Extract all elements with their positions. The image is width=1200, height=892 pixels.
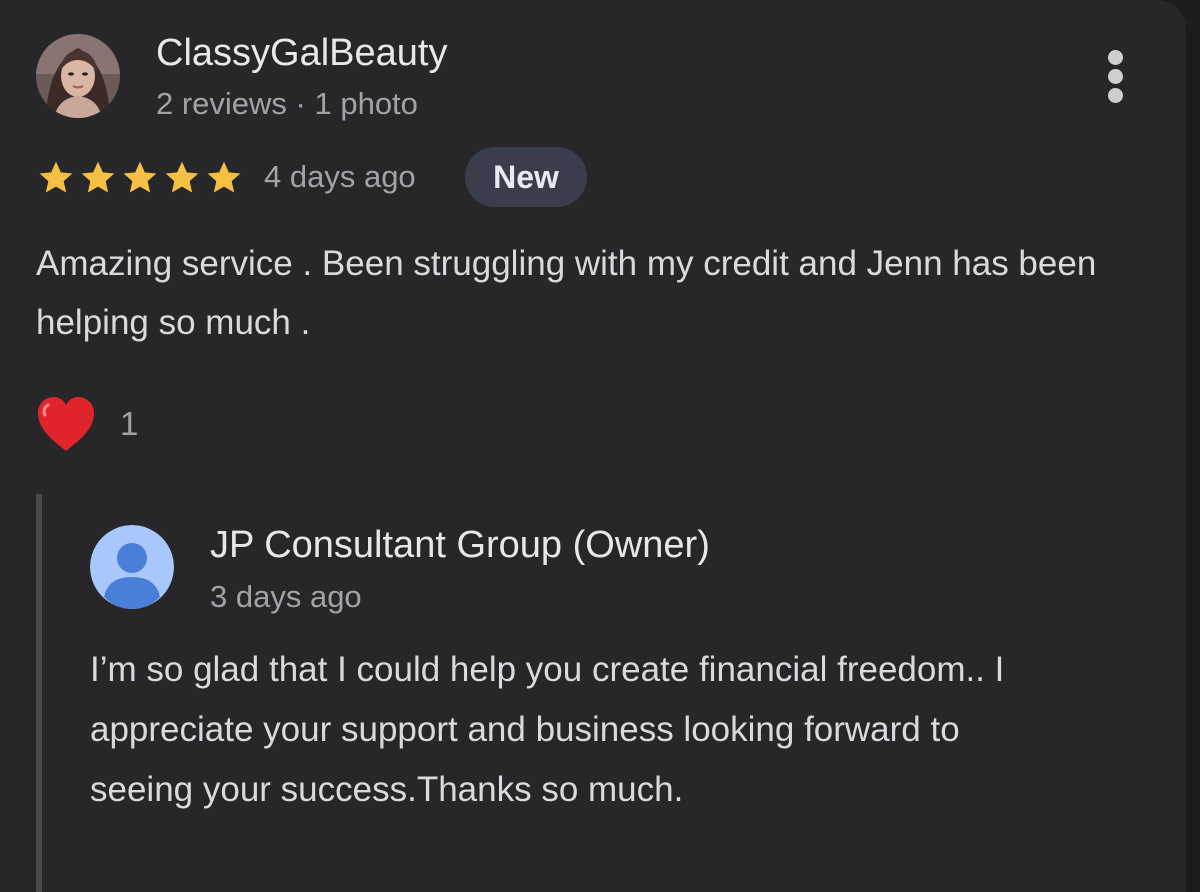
more-options-button[interactable] <box>1098 48 1134 104</box>
owner-reply-text: I’m so glad that I could help you create… <box>90 650 1005 809</box>
reaction-count: 1 <box>120 405 139 442</box>
person-icon <box>90 525 174 609</box>
more-vert-icon <box>1108 50 1123 65</box>
review-date: 4 days ago <box>264 159 416 194</box>
reviewer-name[interactable]: ClassyGalBeauty <box>156 30 447 76</box>
star-icon <box>207 161 241 193</box>
owner-avatar <box>90 525 174 609</box>
more-vert-icon-dot <box>1108 69 1123 84</box>
more-vert-icon-dot <box>1108 88 1123 103</box>
heart-icon <box>38 397 94 451</box>
reviewer-photo <box>36 34 120 118</box>
review-card: ClassyGalBeauty 2 reviews · 1 photo 4 da… <box>0 0 1186 892</box>
owner-name: JP Consultant Group (Owner) <box>210 524 710 566</box>
review-text: Amazing service . Been struggling with m… <box>36 244 1097 342</box>
reply-divider <box>36 494 42 892</box>
star-icon <box>165 161 199 193</box>
star-icon <box>39 161 73 193</box>
star-rating <box>36 158 244 200</box>
star-icon <box>123 161 157 193</box>
reaction-button[interactable]: 1 <box>34 390 138 458</box>
new-badge: New <box>465 147 587 207</box>
reviewer-stats: 2 reviews · 1 photo <box>156 86 418 121</box>
reviewer-avatar[interactable] <box>36 34 120 118</box>
owner-reply-date: 3 days ago <box>210 579 362 614</box>
star-icon <box>81 161 115 193</box>
